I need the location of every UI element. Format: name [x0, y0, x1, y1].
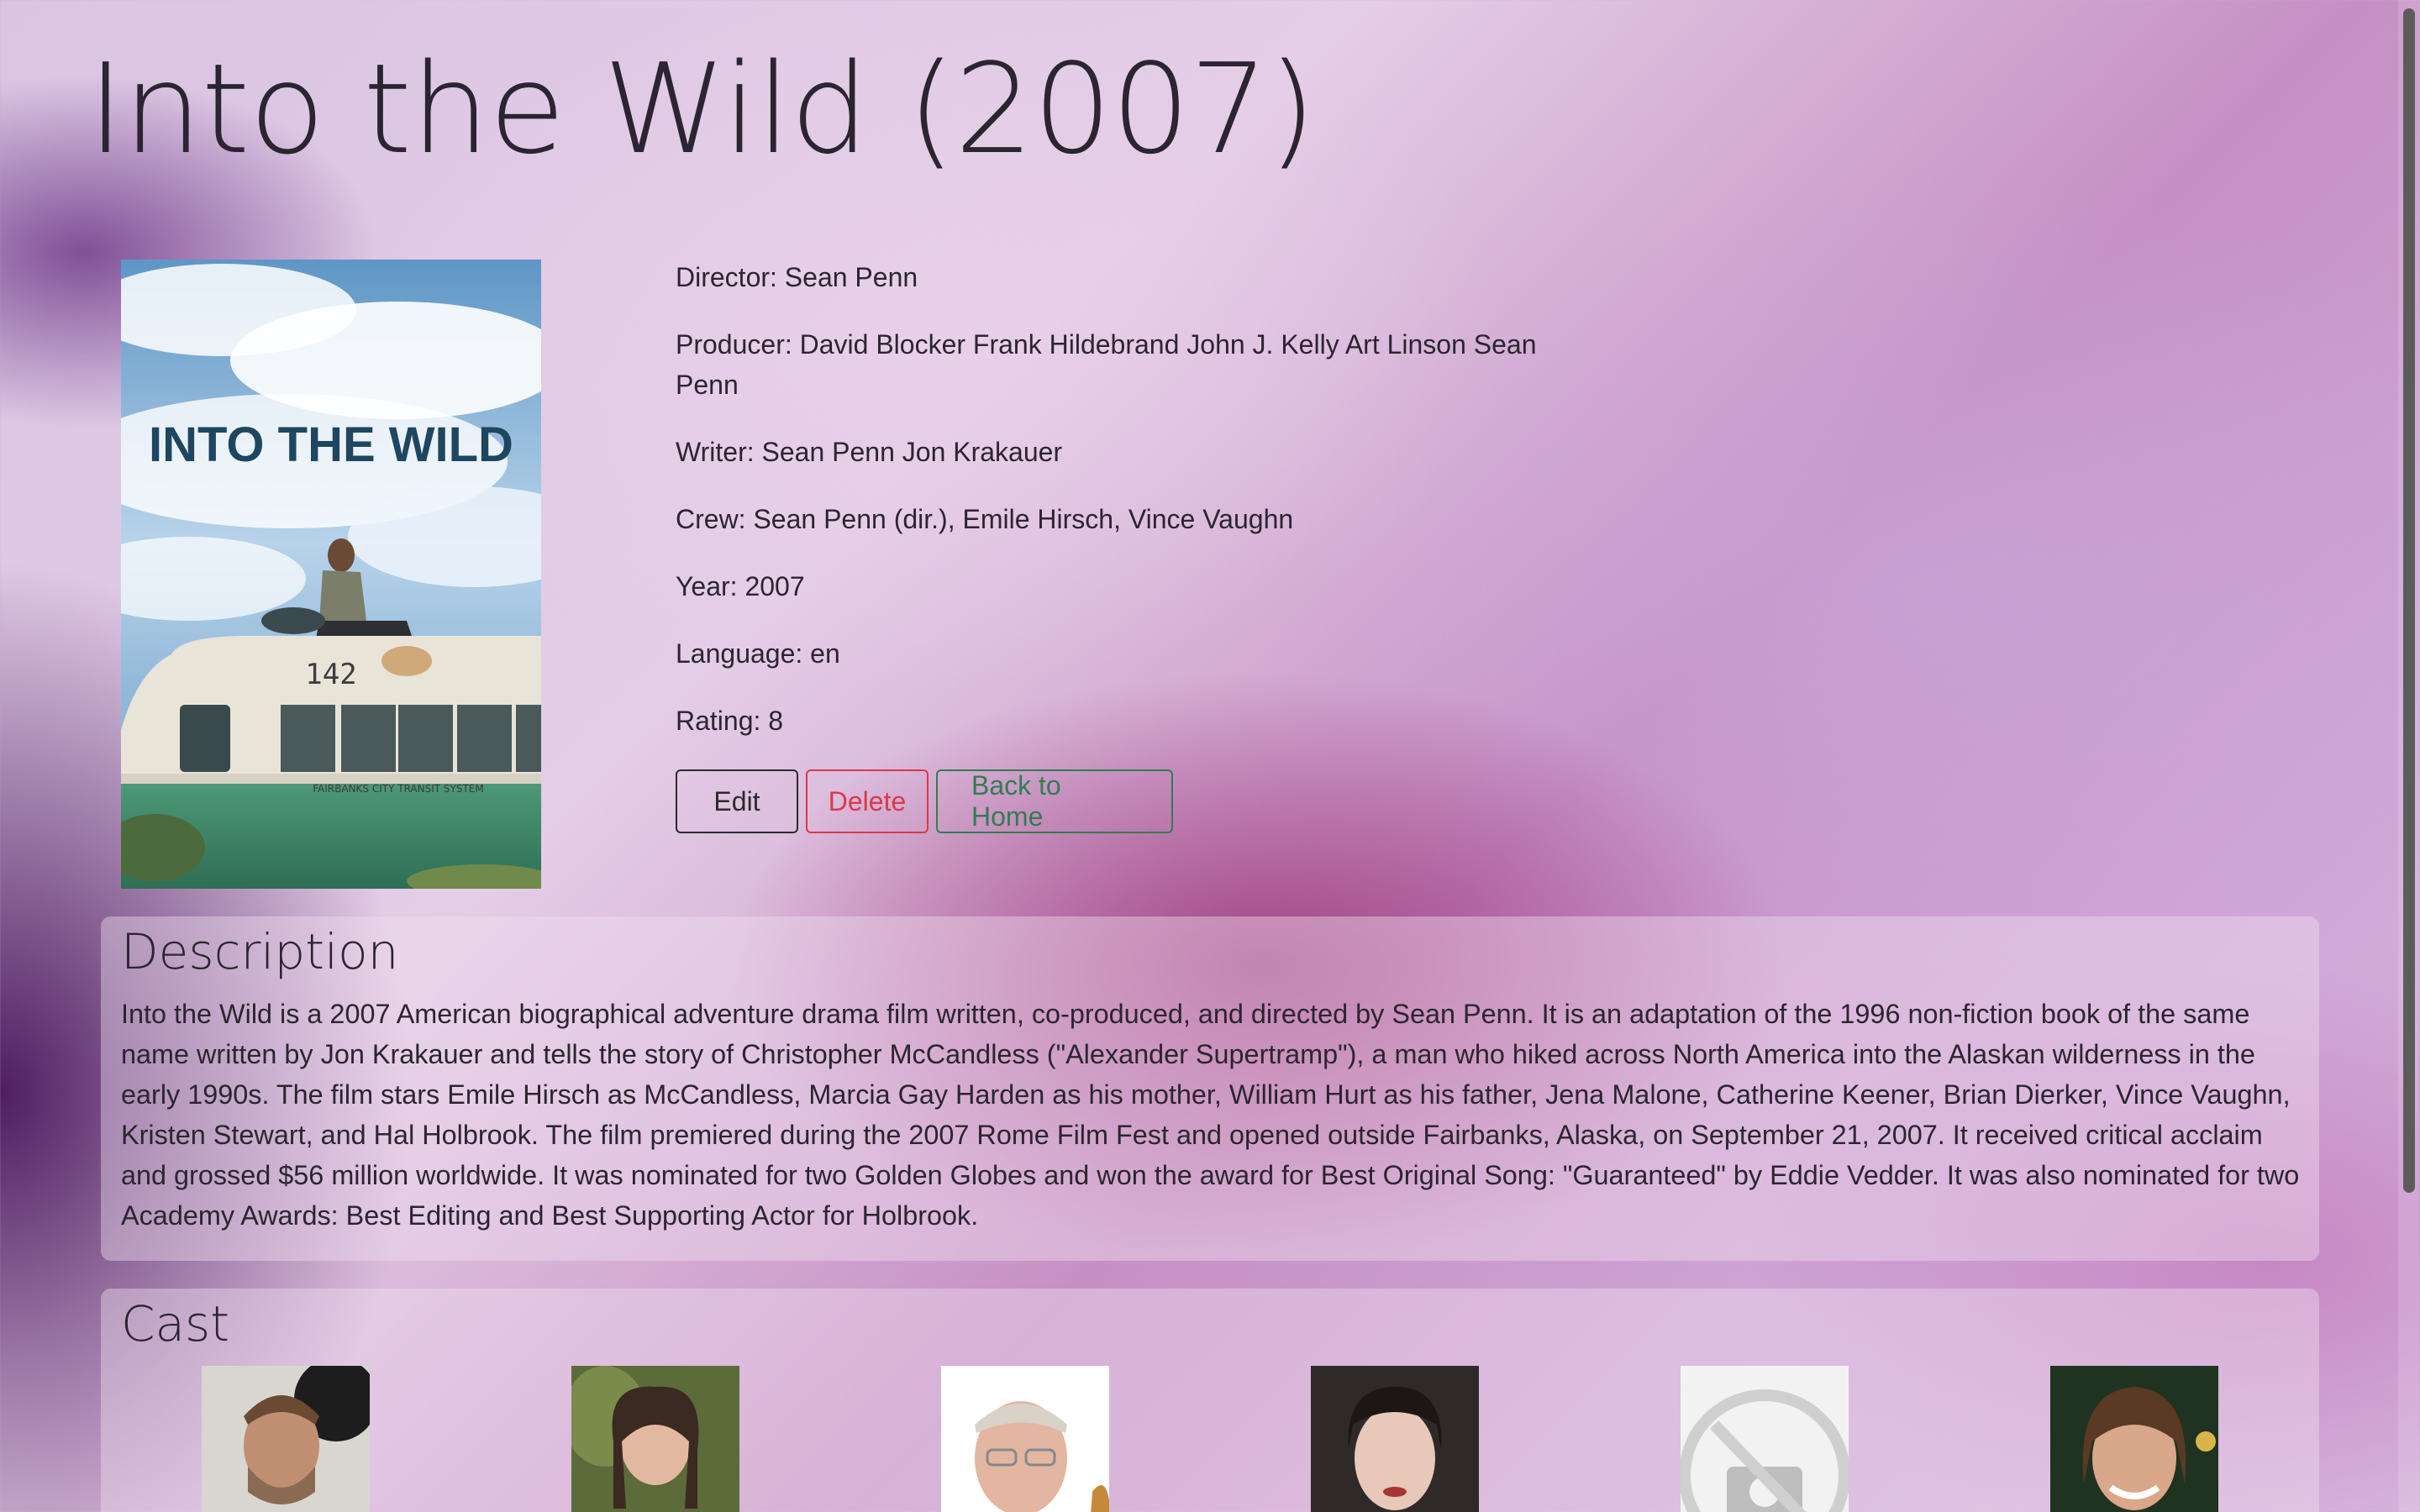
- poster-bus-text: FAIRBANKS CITY TRANSIT SYSTEM: [313, 783, 484, 795]
- delete-button[interactable]: Delete: [806, 769, 929, 833]
- poster-title: INTO THE WILD: [149, 417, 513, 472]
- movie-details: Director: Sean Penn Producer: David Bloc…: [676, 257, 1583, 768]
- director-text: Director: Sean Penn: [676, 262, 918, 292]
- cast-photo[interactable]: [1311, 1366, 1479, 1512]
- scrollbar-thumb[interactable]: [2403, 8, 2415, 1193]
- poster-bus-number: 142: [305, 658, 356, 691]
- no-photo-icon[interactable]: [1681, 1366, 1849, 1512]
- year-text: Year: 2007: [676, 571, 805, 601]
- scrollbar-track[interactable]: [2398, 0, 2420, 1512]
- description-heading: Description: [121, 923, 399, 980]
- action-buttons: Edit Delete Back to Home: [676, 769, 1173, 833]
- producer-text: Producer: David Blocker Frank Hildebrand…: [676, 329, 1537, 400]
- cast-heading: Cast: [121, 1295, 229, 1352]
- cast-photo[interactable]: [2050, 1366, 2218, 1512]
- cast-card: Cast: [101, 1289, 2319, 1512]
- rating-text: Rating: 8: [676, 706, 784, 736]
- crew-text: Crew: Sean Penn (dir.), Emile Hirsch, Vi…: [676, 504, 1294, 534]
- cast-photo[interactable]: [941, 1366, 1109, 1512]
- description-text: Into the Wild is a 2007 American biograp…: [121, 999, 2300, 1231]
- cast-photo[interactable]: [571, 1366, 739, 1512]
- edit-button[interactable]: Edit: [676, 769, 798, 833]
- back-to-home-button[interactable]: Back to Home: [936, 769, 1173, 833]
- cast-photo[interactable]: [202, 1366, 370, 1512]
- language-text: Language: en: [676, 638, 840, 669]
- movie-poster: INTO THE WILD 142 FAIRBANKS CITY TRANSIT…: [121, 260, 541, 889]
- description-card: Description Into the Wild is a 2007 Amer…: [101, 916, 2319, 1261]
- writer-text: Writer: Sean Penn Jon Krakauer: [676, 437, 1063, 467]
- page-title: Into the Wild (2007): [87, 37, 1316, 181]
